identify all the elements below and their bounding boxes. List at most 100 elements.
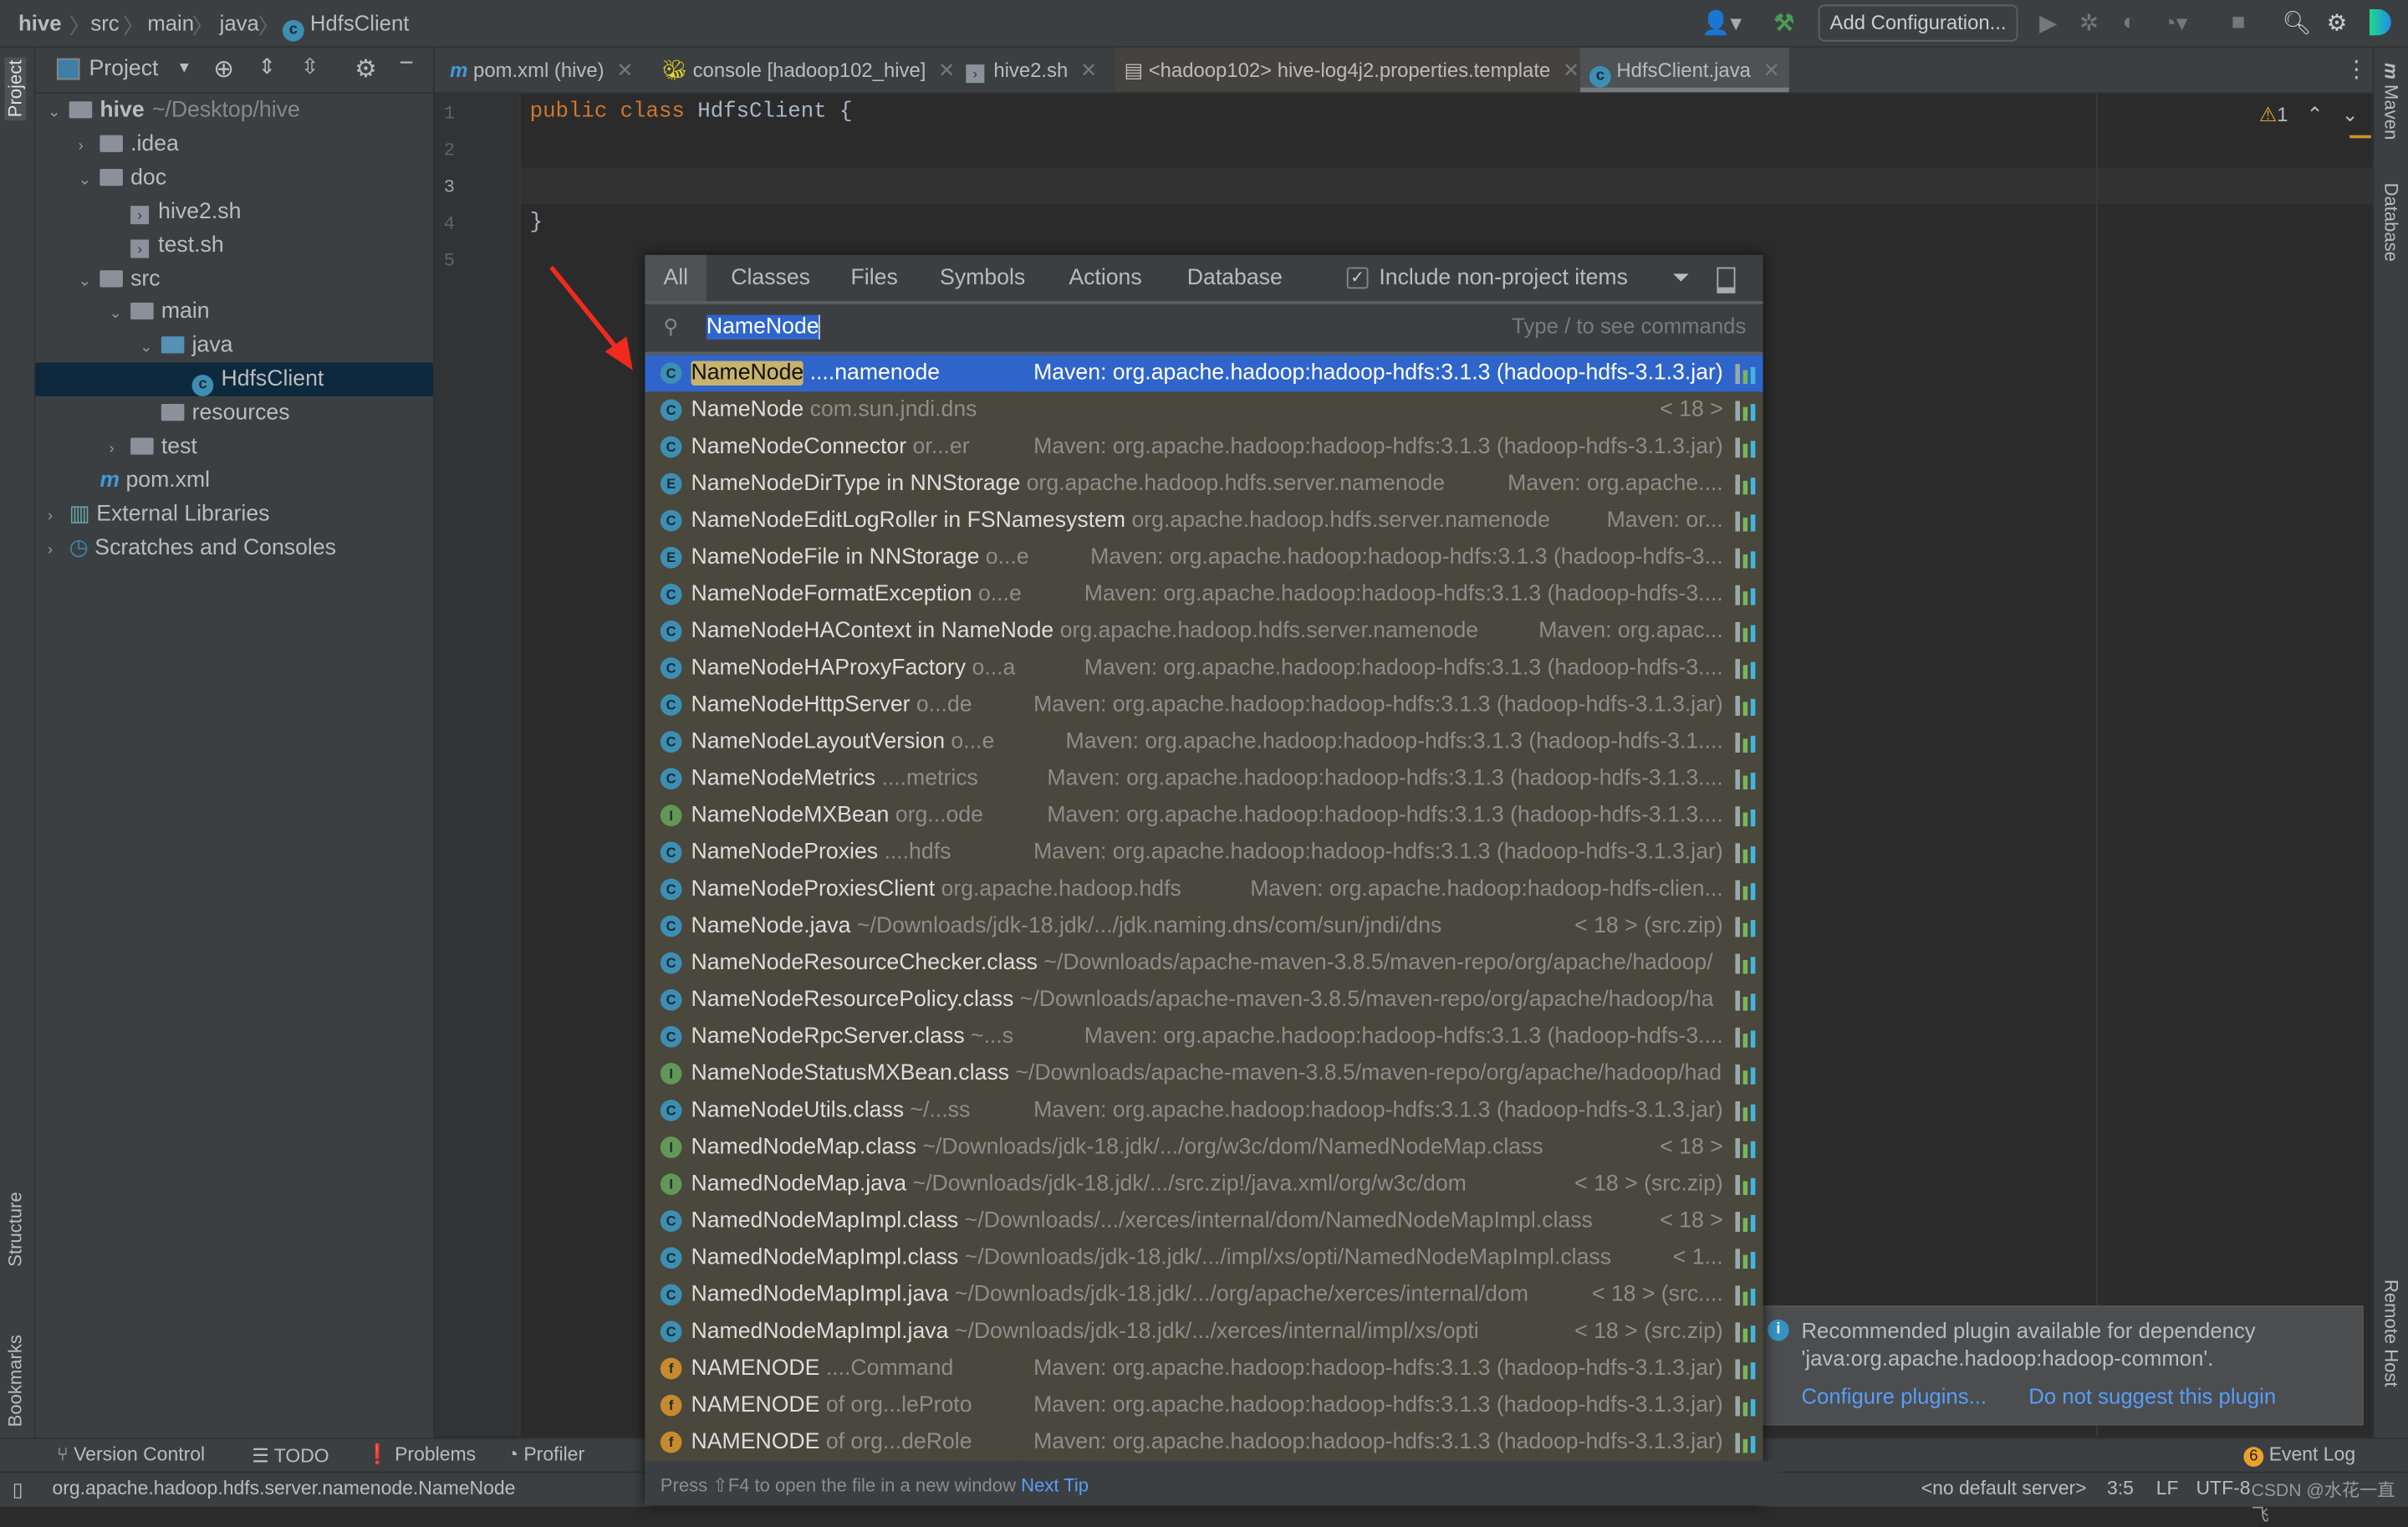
options-gear-icon[interactable]: ⚙ [355,54,376,84]
result-row[interactable]: I NameNodeMXBean org...ode Maven: org.apac… [645,797,1763,835]
result-row[interactable]: I NameNodeStatusMXBean.class ~/Downloads/… [645,1055,1763,1092]
result-row[interactable]: C NamedNodeMapImpl.java ~/Downloads/jdk-1… [645,1313,1763,1351]
tab-console[interactable]: 🐝︎ console [hadoop102_hive] ✕ [653,48,965,92]
code-line-4[interactable]: } [530,211,543,235]
chevron-right-icon[interactable]: › [79,130,100,164]
result-row[interactable]: I NamedNodeMap.java ~/Downloads/jdk-18.jd… [645,1166,1763,1203]
result-row[interactable]: I NamedNodeMap.class ~/Downloads/jdk-18.j… [645,1128,1763,1167]
tab-symbols[interactable]: Symbols [921,255,1043,301]
filter-icon[interactable]: ⏷ [1672,264,1690,290]
line-separator[interactable]: LF [2156,1478,2179,1499]
result-row[interactable]: C NameNode ....namenode Maven: org.apache.… [645,355,1763,392]
result-row[interactable]: C NameNodeResourceChecker.class ~/Downloa… [645,945,1763,982]
tree-item[interactable]: › ▥ External Libraries [35,498,433,531]
result-row[interactable]: C NameNodeLayoutVersion o...e Maven: org.a… [645,723,1763,761]
tree-item[interactable]: › hive2.sh [35,195,433,228]
close-icon[interactable]: ✕ [1563,59,1579,82]
tree-item[interactable]: m pom.xml [35,463,433,497]
result-row[interactable]: C NameNodeHAProxyFactory o...a Maven: org.… [645,649,1763,687]
close-icon[interactable]: ✕ [938,59,955,82]
deployment-server[interactable]: <no default server> [1921,1478,2087,1499]
result-row[interactable]: f NAMENODE ....Command Maven: org.apache.h… [645,1350,1763,1387]
breadcrumb-main[interactable]: main [147,11,194,35]
result-row[interactable]: C NameNodeConnector or...er Maven: org.apa… [645,428,1763,466]
tab-hdfsclient-java[interactable]: c HdfsClient.java ✕ [1579,47,1789,93]
structure-tool-window-button[interactable]: Structure [5,1192,27,1266]
result-row[interactable]: E NameNodeFile in NNStorage o...e Maven: o… [645,539,1763,576]
tab-hive2-sh[interactable]: › hive2.sh ✕ [957,48,1106,92]
bookmarks-tool-window-button[interactable]: Bookmarks [5,1335,27,1427]
result-row[interactable]: C NamedNodeMapImpl.class ~/Downloads/.../… [645,1203,1763,1240]
tree-item[interactable]: › ◷ Scratches and Consoles [35,531,433,564]
chevron-up-icon[interactable]: ⌃ [2307,103,2324,126]
hide-panel-icon[interactable]: − [400,51,414,79]
profile-icon[interactable]: ◔▾ [2162,9,2187,37]
caret-position[interactable]: 3:5 [2107,1478,2134,1499]
file-encoding[interactable]: UTF-8 [2196,1478,2250,1499]
locate-file-icon[interactable]: ⊕ [213,54,234,84]
include-non-project-checkbox[interactable]: ✓ [1346,267,1369,289]
version-control-button[interactable]: ⑂ Version Control [57,1443,205,1465]
chevron-down-icon[interactable]: ⌄ [79,265,100,299]
result-row[interactable]: C NameNodeResourcePolicy.class ~/Download… [645,982,1763,1019]
toggle-tool-windows-icon[interactable]: ▯ [13,1478,23,1501]
result-row[interactable]: f NAMENODE of org...deRole Maven: org.apac… [645,1423,1763,1461]
result-row[interactable]: C NameNodeFormatException o...e Maven: org… [645,575,1763,613]
user-icon[interactable]: 👤▾ [1701,9,1742,37]
result-row[interactable]: E NameNodeDirType in NNStorage org.apache… [645,465,1763,503]
breadcrumb-java[interactable]: java [220,11,259,35]
tree-item[interactable]: › .idea [35,127,433,161]
problems-button[interactable]: ❗ Problems [365,1443,476,1467]
database-tool-window-button[interactable]: Database [2380,183,2402,262]
tab-files[interactable]: Files [832,255,916,301]
breadcrumb-src[interactable]: src [90,11,119,35]
next-tip-link[interactable]: Next Tip [1021,1474,1089,1496]
chevron-down-icon[interactable]: ⌄ [109,299,130,332]
close-icon[interactable]: ✕ [1080,59,1097,82]
result-row[interactable]: C NamedNodeMapImpl.java ~/Downloads/jdk-1… [645,1276,1763,1314]
close-icon[interactable]: ✕ [1763,59,1780,82]
tab-database[interactable]: Database [1169,255,1301,301]
tab-pom-xml[interactable]: m pom.xml (hive) ✕ [441,48,642,92]
project-tool-window-button[interactable]: Project [4,56,27,120]
tree-item[interactable]: resources [35,396,433,430]
coverage-icon[interactable]: ◐ [2122,9,2136,35]
tree-item[interactable]: ⌄ src [35,262,433,295]
tree-item[interactable]: ⌄ doc [35,161,433,194]
maven-tool-window-button[interactable]: m Maven [2380,63,2402,140]
close-icon[interactable]: ✕ [616,59,633,82]
chevron-down-icon[interactable]: ⌄ [79,164,100,197]
tab-all[interactable]: All [645,254,707,301]
event-log-button[interactable]: 6 Event Log [2243,1443,2355,1468]
todo-button[interactable]: ☰ TODO [252,1443,329,1467]
tab-log4j2-template[interactable]: ▤ <hadoop102> hive-log4j2.properties.tem… [1115,47,1589,93]
tree-item[interactable]: c HdfsClient [35,362,433,397]
result-row[interactable]: C NamedNodeMapImpl.class ~/Downloads/jdk-… [645,1239,1763,1277]
result-row[interactable]: C NameNodeEditLogRoller in FSNamesystem o… [645,502,1763,539]
run-icon[interactable]: ▶ [2039,9,2057,37]
profiler-button[interactable]: ◔ Profiler [507,1443,584,1465]
warning-stripe[interactable] [2349,135,2371,139]
result-row[interactable]: C NameNodeUtils.class ~/...ss Maven: org.a… [645,1091,1763,1129]
chevron-right-icon[interactable]: › [48,534,69,568]
chevron-down-icon[interactable]: ⌄ [2342,103,2359,126]
debug-icon[interactable]: ✲ [2079,9,2099,37]
code-line-1[interactable]: public class HdfsClient { [530,100,853,124]
search-field[interactable]: ⚲ NameNode Type / to see commands [645,304,1763,355]
configure-plugins-link[interactable]: Configure plugins... [1801,1384,1987,1408]
result-row[interactable]: C NameNodeProxiesClient org.apache.hadoop… [645,871,1763,908]
chevron-right-icon[interactable]: › [48,500,69,534]
result-row[interactable]: C NameNodeProxies ....hdfs Maven: org.apac… [645,834,1763,871]
tab-actions[interactable]: Actions [1050,255,1160,301]
search-input[interactable]: NameNode [706,314,821,340]
expand-all-icon[interactable]: ⇕ [258,54,277,79]
inspection-widget[interactable]: ⚠1 ⌃ ⌄ [2259,103,2359,127]
breadcrumb-hdfsclient[interactable]: c HdfsClient [282,11,409,42]
tab-classes[interactable]: Classes [712,255,829,301]
add-configuration-button[interactable]: Add Configuration... [1818,4,2018,42]
result-row[interactable]: C NameNodeHttpServer o...de Maven: org.apa… [645,687,1763,724]
open-in-tool-window-icon[interactable] [1717,267,1736,294]
breadcrumb-hive[interactable]: hive [18,11,61,35]
build-hammer-icon[interactable]: ⚒ [1773,9,1794,37]
do-not-suggest-link[interactable]: Do not suggest this plugin [2028,1384,2276,1408]
